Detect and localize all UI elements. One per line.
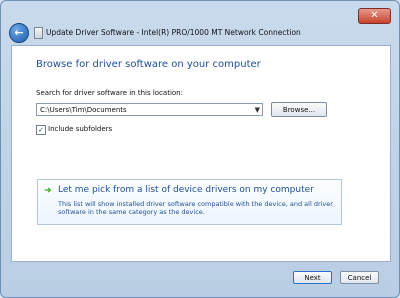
title-bar: ← Update Driver Software - Intel(R) PRO/…	[1, 1, 399, 43]
option-description: This list will show installed driver sof…	[58, 200, 333, 216]
device-icon	[34, 27, 43, 39]
browse-button[interactable]: Browse...	[271, 102, 327, 117]
back-button[interactable]: ←	[9, 23, 29, 43]
pick-driver-option[interactable]: ➜ Let me pick from a list of device driv…	[37, 179, 342, 225]
include-subfolders-label[interactable]: Include subfolders	[48, 125, 112, 133]
next-button[interactable]: Next	[293, 271, 332, 284]
option-title[interactable]: Let me pick from a list of device driver…	[58, 185, 314, 195]
dialog-footer: Next Cancel	[1, 261, 399, 297]
green-arrow-icon: ➜	[44, 186, 52, 196]
dialog-window: ← Update Driver Software - Intel(R) PRO/…	[0, 0, 400, 298]
location-value: C:\Users\Tim\Documents	[40, 106, 127, 114]
chevron-down-icon[interactable]: ▼	[255, 104, 260, 117]
content-panel: Browse for driver software on your compu…	[11, 45, 391, 262]
page-title: Browse for driver software on your compu…	[36, 59, 261, 70]
close-button[interactable]: ✕	[358, 8, 391, 24]
search-location-label: Search for driver software in this locat…	[36, 89, 183, 97]
location-combobox[interactable]: C:\Users\Tim\Documents ▼	[36, 103, 263, 116]
include-subfolders-checkbox[interactable]: ✓	[36, 125, 46, 135]
cancel-button[interactable]: Cancel	[340, 271, 379, 284]
window-title: Update Driver Software - Intel(R) PRO/10…	[46, 28, 301, 37]
